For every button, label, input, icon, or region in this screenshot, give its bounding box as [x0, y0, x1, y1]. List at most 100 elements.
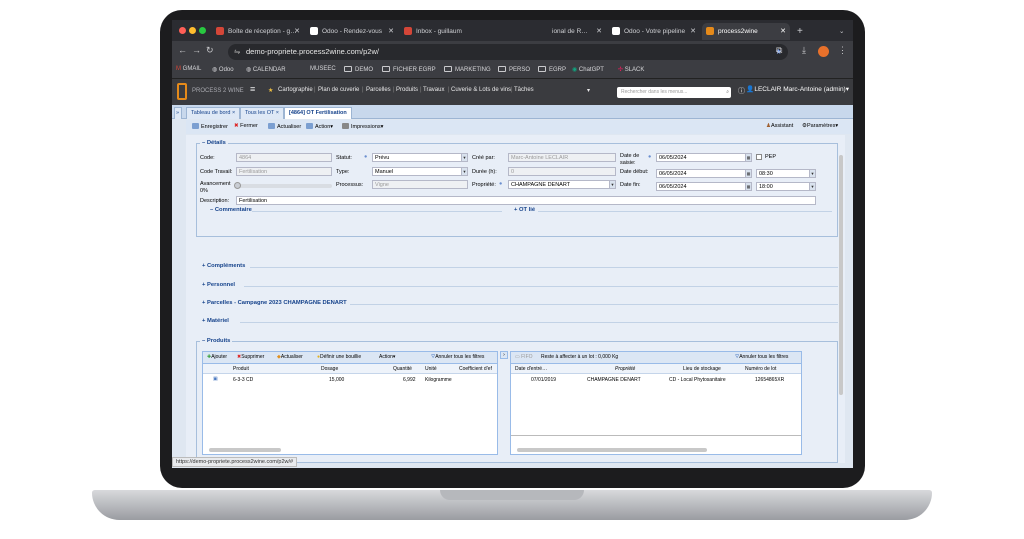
print-button[interactable]: Impressions▾ [342, 123, 383, 130]
section-parcelles[interactable]: + Parcelles - Campagne 2023 CHAMPAGNE DE… [200, 300, 349, 306]
maximize-window-button[interactable] [199, 27, 206, 34]
user-menu[interactable]: 👤LECLAIR Marc-Antoine (admin)▾ [746, 85, 849, 93]
date-fin-field[interactable]: 06/05/2024 ▦ [656, 182, 752, 191]
collapse-panel-icon[interactable]: » [174, 107, 182, 119]
calendar-icon[interactable]: ▦ [745, 170, 751, 177]
settings-button[interactable]: ⚙Paramètres▾ [802, 123, 838, 129]
close-tab-icon[interactable]: ✕ [388, 23, 394, 40]
column-header[interactable]: Quantité [393, 366, 412, 372]
menu-cuverie-lots[interactable]: Cuverie & Lots de vins [451, 87, 511, 93]
menu-taches[interactable]: Tâches [514, 87, 534, 93]
heure-debut-select[interactable]: 08:30 ▼ [756, 169, 816, 178]
type-select[interactable]: Manuel ▼ [372, 167, 468, 176]
details-legend[interactable]: – Détails [200, 140, 228, 146]
define-mix-button[interactable]: ●Définir une bouillie [317, 354, 361, 360]
code-field[interactable]: 4864 [236, 153, 332, 162]
calendar-icon[interactable]: ▦ [745, 154, 751, 161]
close-tab-icon[interactable]: ✕ [780, 23, 786, 40]
propriete-select[interactable]: CHAMPAGNE DENART ▼ [508, 180, 616, 189]
bookmark-marketing[interactable]: MARKETING [444, 66, 491, 73]
minimize-window-button[interactable] [189, 27, 196, 34]
section-personnel[interactable]: + Personnel [200, 282, 238, 288]
refresh-button[interactable]: Actualiser [268, 123, 301, 130]
action-button[interactable]: Action▾ [379, 354, 395, 360]
browser-tab[interactable]: Inbox - guillaum [400, 23, 480, 40]
tab-ot-fertilisation[interactable]: [4864] OT Fertilisation [284, 107, 352, 119]
menu-parcelles[interactable]: Parcelles [366, 87, 391, 93]
action-button[interactable]: Action▾ [306, 123, 333, 130]
column-header[interactable]: Propriété [615, 366, 635, 372]
vertical-scrollbar[interactable] [839, 155, 843, 395]
browser-tab[interactable]: ional de R… ✕ [544, 23, 606, 40]
help-icon[interactable]: ⓘ [738, 86, 745, 96]
bookmark-fichier-egrp[interactable]: FICHIER EGRP [382, 66, 436, 73]
menu-plan-de-cuverie[interactable]: Plan de cuverie [318, 87, 359, 93]
save-button[interactable]: Enregistrer [192, 123, 228, 130]
bookmark-calendar[interactable]: ◍ CALENDAR [246, 66, 286, 73]
column-header[interactable]: Coefficient d'ef [459, 366, 492, 372]
edit-row-icon[interactable]: ▣ [213, 376, 218, 382]
duree-field[interactable]: 0 [508, 167, 616, 176]
download-icon[interactable]: ⤓ [802, 45, 806, 56]
site-info-icon[interactable]: ⇋ [234, 44, 240, 60]
new-tab-button[interactable]: + [794, 23, 808, 40]
bookmark-gmail[interactable]: M GMAIL [176, 66, 201, 72]
browser-tab[interactable]: Odoo - Rendez-vous ✕ [306, 23, 398, 40]
column-header[interactable]: Numéro de lot [745, 366, 776, 372]
pep-checkbox[interactable] [756, 154, 762, 160]
browser-tab[interactable]: Odoo - Votre pipeline ✕ [608, 23, 700, 40]
extensions-icon[interactable]: ⧉ [776, 45, 782, 56]
assistant-button[interactable]: ♟Assistant [766, 123, 793, 129]
menu-dropdown-icon[interactable]: ▾ [587, 87, 590, 94]
menu-produits[interactable]: Produits [396, 87, 418, 93]
horizontal-scrollbar[interactable] [517, 448, 707, 452]
bookmark-slack[interactable]: ✣ SLACK [618, 66, 644, 73]
close-window-button[interactable] [179, 27, 186, 34]
clear-filters-button[interactable]: ⛛Annuler tous les filtres [431, 354, 484, 360]
calendar-icon[interactable]: ▦ [745, 183, 751, 190]
cree-par-field[interactable]: Marc-Antoine LECLAIR [508, 153, 616, 162]
code-travail-field[interactable]: Fertilisation [236, 167, 332, 176]
description-field[interactable]: Fertilisation [236, 196, 816, 205]
bookmark-museec[interactable]: MUSEEC [310, 66, 336, 72]
back-icon[interactable]: ← [178, 45, 187, 55]
section-materiel[interactable]: + Matériel [200, 318, 231, 324]
menu-search-input[interactable]: Rechercher dans les menus... ⌕ [617, 87, 731, 98]
statut-select[interactable]: Prévu ▼ [372, 153, 468, 162]
clear-filters-button[interactable]: ⛛Annuler tous les filtres [735, 354, 788, 360]
bookmark-odoo[interactable]: ◍ Odoo [212, 66, 234, 73]
commentaire-legend[interactable]: – Commentaire [208, 207, 254, 213]
forward-icon[interactable]: → [192, 45, 201, 55]
browser-menu-icon[interactable]: ⋮ [838, 45, 847, 56]
bookmark-egrp[interactable]: EGRP [538, 66, 566, 73]
close-tab-icon[interactable]: ✕ [294, 23, 300, 40]
close-button[interactable]: ✖ Fermer [234, 123, 258, 129]
ot-lie-legend[interactable]: + OT lié [512, 207, 538, 213]
section-complements[interactable]: + Compléments [200, 263, 248, 269]
expand-panel-icon[interactable]: › [500, 351, 508, 359]
delete-button[interactable]: ✖Supprimer [237, 354, 264, 360]
bookmark-perso[interactable]: PERSO [498, 66, 530, 73]
reload-icon[interactable]: ↻ [206, 45, 214, 56]
slider-handle[interactable] [234, 182, 241, 189]
tab-search-icon[interactable]: ⌄ [836, 23, 850, 40]
fifo-button[interactable]: ▭ FIFO [515, 354, 533, 360]
url-input[interactable]: ⇋ demo-propriete.process2wine.com/p2w/ ★ [228, 44, 788, 60]
table-row[interactable]: ▣ 6-3-3 CD 15,000 6,992 Kilogramme [203, 375, 497, 385]
table-row[interactable]: 07/01/2019 CHAMPAGNE DENART CD - Local P… [511, 375, 801, 385]
add-button[interactable]: ✚Ajouter [207, 354, 227, 360]
bookmark-demo[interactable]: DEMO [344, 66, 373, 73]
tab-tous-les-ot[interactable]: Tous les OT × [240, 107, 284, 119]
processus-field[interactable]: Vigne [372, 180, 468, 189]
menu-cartographie[interactable]: Cartographie [278, 87, 313, 93]
close-tab-icon[interactable]: ✕ [596, 23, 602, 40]
refresh-button[interactable]: ◆Actualiser [277, 354, 303, 360]
close-tab-icon[interactable]: ✕ [690, 23, 696, 40]
column-header[interactable]: Unité [425, 366, 437, 372]
column-header[interactable]: Date d'entré… [515, 366, 547, 372]
date-debut-field[interactable]: 06/05/2024 ▦ [656, 169, 752, 178]
bookmark-chatgpt[interactable]: ◉ ChatGPT [572, 66, 604, 73]
column-header[interactable]: Dosage [321, 366, 338, 372]
menu-travaux[interactable]: Travaux [423, 87, 444, 93]
avancement-slider[interactable] [234, 182, 332, 189]
